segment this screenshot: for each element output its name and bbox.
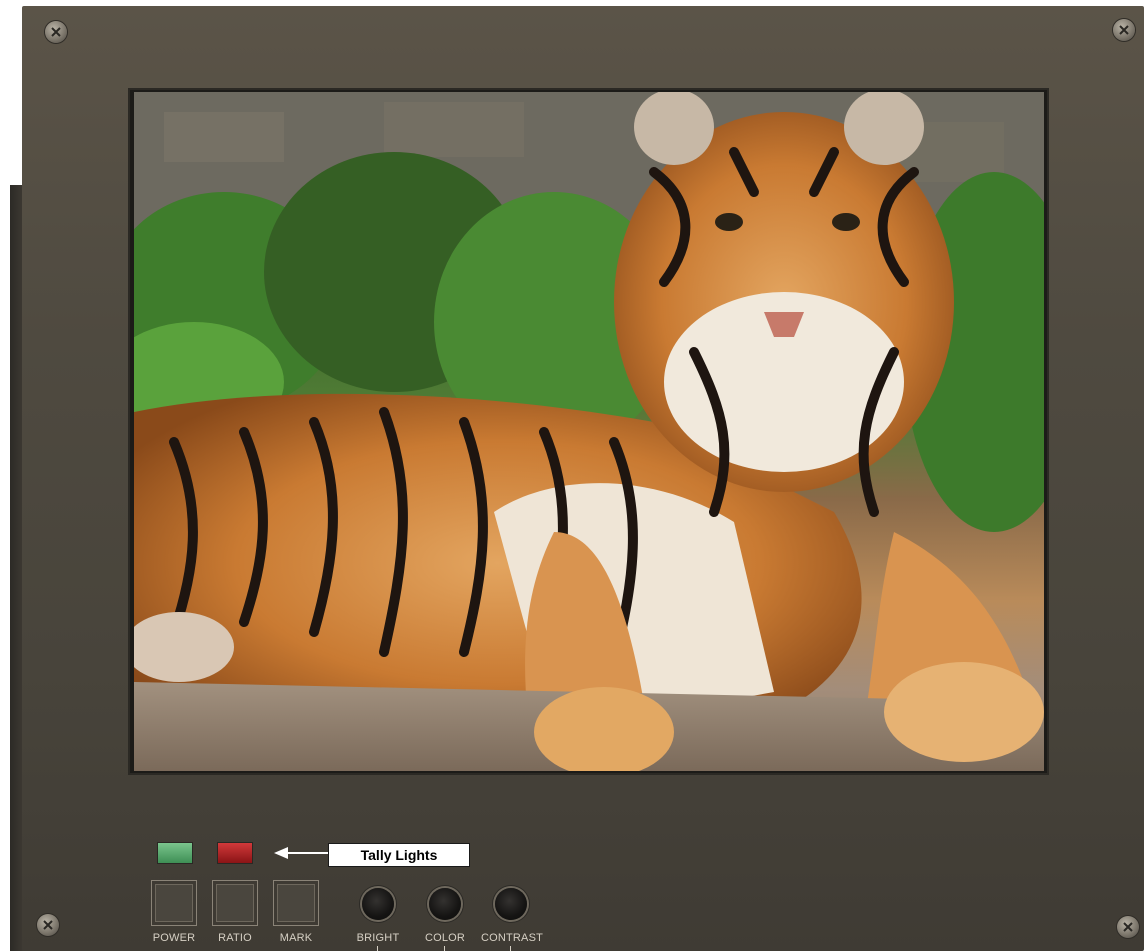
- mark-button[interactable]: [273, 880, 319, 926]
- tiger-photo: [134, 92, 1044, 771]
- bright-tick: [377, 946, 378, 951]
- contrast-knob[interactable]: [495, 888, 527, 920]
- power-tally-light: [157, 842, 193, 864]
- screw-top-left-icon: [45, 21, 67, 43]
- bright-knob[interactable]: [362, 888, 394, 920]
- contrast-label: CONTRAST: [480, 932, 544, 944]
- color-knob[interactable]: [429, 888, 461, 920]
- ratio-label: RATIO: [218, 932, 252, 944]
- mark-label: MARK: [279, 932, 313, 944]
- screw-top-right-icon: [1113, 19, 1135, 41]
- screw-bottom-left-icon: [37, 914, 59, 936]
- bright-label: BRIGHT: [356, 932, 400, 944]
- ratio-button[interactable]: [212, 880, 258, 926]
- power-label: POWER: [152, 932, 196, 944]
- ratio-tally-light: [217, 842, 253, 864]
- tally-lights-callout: Tally Lights: [328, 843, 470, 867]
- color-label: COLOR: [424, 932, 466, 944]
- screw-bottom-right-icon: [1117, 916, 1139, 938]
- contrast-tick: [510, 946, 511, 951]
- color-tick: [444, 946, 445, 951]
- left-arrow-icon: [274, 847, 330, 859]
- display-screen: [134, 92, 1044, 771]
- power-button[interactable]: [151, 880, 197, 926]
